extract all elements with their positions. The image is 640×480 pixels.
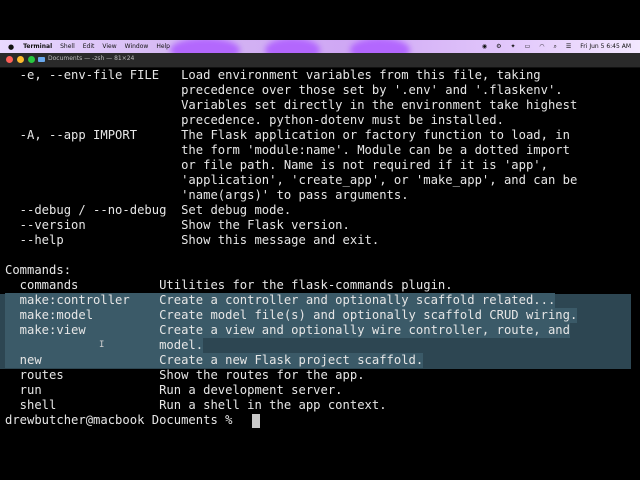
- minimize-window-button[interactable]: [17, 56, 24, 63]
- terminal-line: precedence over those set by '.env' and …: [5, 83, 563, 97]
- menu-terminal[interactable]: Terminal: [23, 43, 52, 50]
- menu-edit[interactable]: Edit: [83, 43, 95, 50]
- terminal-output[interactable]: -e, --env-file FILE Load environment var…: [0, 68, 640, 440]
- terminal-line-selected: make:controller Create a controller and …: [5, 293, 556, 308]
- terminal-line: 'name(args)' to pass arguments.: [5, 188, 409, 202]
- control-center-icon[interactable]: ☰: [566, 43, 571, 50]
- terminal-line-selected: make:model Create model file(s) and opti…: [5, 308, 578, 323]
- folder-icon: [38, 57, 45, 62]
- apple-menu-icon[interactable]: ●: [8, 43, 14, 51]
- terminal-line: or file path. Name is not required if it…: [5, 158, 548, 172]
- zoom-window-button[interactable]: [28, 56, 35, 63]
- record-icon[interactable]: ◉: [482, 43, 487, 50]
- wallpaper-blob: [265, 40, 320, 53]
- gear-icon[interactable]: ⚙: [496, 43, 501, 50]
- terminal-cursor: [252, 414, 260, 428]
- terminal-line-selected: new Create a new Flask project scaffold.: [5, 353, 424, 368]
- menu-window[interactable]: Window: [125, 43, 149, 50]
- terminal-line: shell Run a shell in the app context.: [5, 398, 387, 412]
- terminal-line: commands Utilities for the flask-command…: [5, 278, 453, 292]
- terminal-line: run Run a development server.: [5, 383, 343, 397]
- terminal-line: 'application', 'create_app', or 'make_ap…: [5, 173, 578, 187]
- terminal-line: precedence. python-dotenv must be instal…: [5, 113, 504, 127]
- terminal-line: --version Show the Flask version.: [5, 218, 350, 232]
- terminal-line: Variables set directly in the environmen…: [5, 98, 578, 112]
- wallpaper-blob: [350, 40, 410, 53]
- menu-help[interactable]: Help: [156, 43, 170, 50]
- shell-prompt: drewbutcher@macbook Documents %: [5, 413, 240, 427]
- wifi-icon[interactable]: ◠: [539, 43, 544, 50]
- menu-shell[interactable]: Shell: [60, 43, 75, 50]
- terminal-line: --debug / --no-debug Set debug mode.: [5, 203, 292, 217]
- terminal-line: -A, --app IMPORT The Flask application o…: [5, 128, 570, 142]
- text-cursor-icon: I: [99, 340, 105, 350]
- terminal-line-selected: make:view Create a view and optionally w…: [5, 323, 570, 338]
- terminal-line: --help Show this message and exit.: [5, 233, 380, 247]
- terminal-line: -e, --env-file FILE Load environment var…: [5, 68, 541, 82]
- search-icon[interactable]: ⌕: [554, 43, 557, 51]
- sparkle-icon[interactable]: ✦: [511, 43, 516, 50]
- battery-icon[interactable]: ▭: [525, 43, 531, 50]
- terminal-line: routes Show the routes for the app.: [5, 368, 365, 382]
- terminal-line: Commands:: [5, 263, 72, 277]
- menubar-clock[interactable]: Fri Jun 5 6:45 AM: [580, 43, 631, 50]
- wallpaper-blob: [170, 40, 240, 53]
- terminal-line: the form 'module:name'. Module can be a …: [5, 143, 570, 157]
- window-title-bar[interactable]: Documents — -zsh — 81×24: [0, 53, 640, 68]
- menu-bar: ● Terminal Shell Edit View Window Help ◉…: [0, 40, 640, 53]
- close-window-button[interactable]: [6, 56, 13, 63]
- menu-view[interactable]: View: [102, 43, 116, 50]
- window-title: Documents — -zsh — 81×24: [48, 55, 135, 62]
